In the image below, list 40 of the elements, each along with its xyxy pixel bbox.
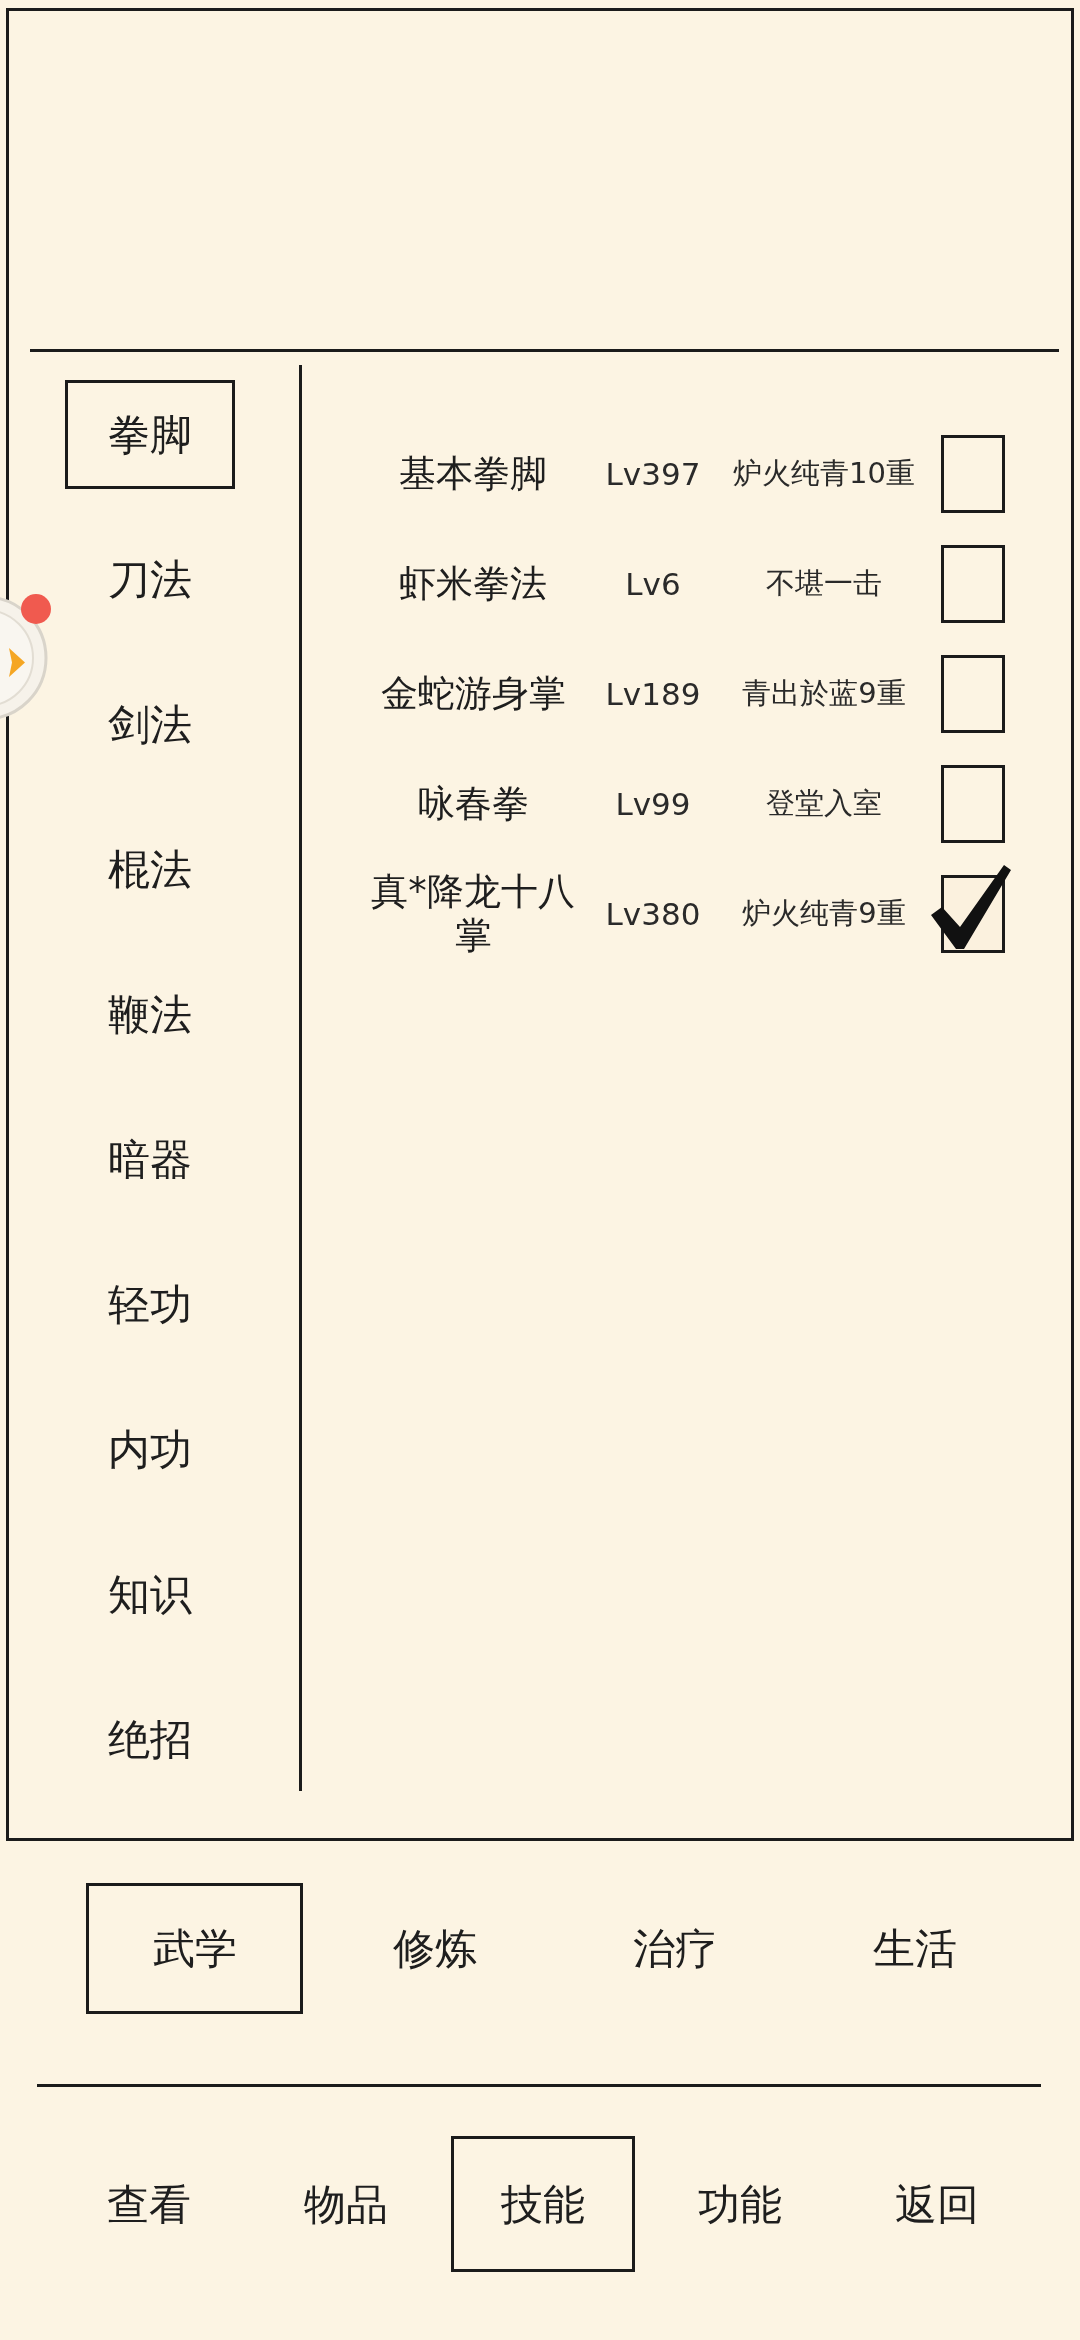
nav-tab[interactable]: 物品 xyxy=(254,2136,438,2272)
skill-stage: 不堪一击 xyxy=(765,565,883,603)
nav-tab[interactable]: 查看 xyxy=(57,2136,241,2272)
sidebar-tab[interactable]: 拳脚 xyxy=(65,380,235,489)
sidebar-tab[interactable]: 轻功 xyxy=(65,1250,235,1359)
category-tab[interactable]: 修炼 xyxy=(326,1883,543,2014)
nav-tab[interactable]: 技能 xyxy=(451,2136,635,2272)
skill-stage: 炉火纯青9重 xyxy=(741,895,907,933)
sidebar-tab[interactable]: 知识 xyxy=(65,1540,235,1649)
nav-tab[interactable]: 功能 xyxy=(648,2136,832,2272)
checkbox[interactable] xyxy=(941,435,1005,513)
checkmark-icon xyxy=(931,865,1011,949)
skill-name: 虾米拳法 xyxy=(398,561,548,607)
skill-stage: 青出於蓝9重 xyxy=(741,675,907,713)
skill-name: 基本拳脚 xyxy=(398,451,548,497)
category-tab[interactable]: 生活 xyxy=(806,1883,1023,2014)
category-tab[interactable]: 武学 xyxy=(86,1883,303,2014)
skill-level: Lv397 xyxy=(604,454,702,494)
nav-tab[interactable]: 返回 xyxy=(845,2136,1029,2272)
sidebar-tab[interactable]: 绝招 xyxy=(65,1685,235,1794)
checkbox[interactable] xyxy=(941,655,1005,733)
chevron-right-icon xyxy=(9,648,25,677)
skill-level: Lv189 xyxy=(604,674,702,714)
skill-level: Lv99 xyxy=(614,784,692,824)
skill-stage: 炉火纯青10重 xyxy=(732,455,916,493)
sidebar-tab[interactable]: 棍法 xyxy=(65,815,235,924)
sidebar-tab[interactable]: 鞭法 xyxy=(65,960,235,1069)
sidebar-tab[interactable]: 内功 xyxy=(65,1395,235,1504)
checkbox[interactable] xyxy=(941,765,1005,843)
sidebar-tab[interactable]: 刀法 xyxy=(65,525,235,634)
skill-stage: 登堂入室 xyxy=(765,785,883,823)
skill-name: 咏春拳 xyxy=(416,781,530,827)
sidebar-tab[interactable]: 暗器 xyxy=(65,1105,235,1214)
skill-level: Lv6 xyxy=(624,564,682,604)
skill-name: 金蛇游身掌 xyxy=(379,671,567,717)
skill-name: 真*降龙十八掌 xyxy=(370,869,576,959)
category-tab[interactable]: 治疗 xyxy=(566,1883,783,2014)
checkbox[interactable] xyxy=(941,545,1005,623)
sidebar-tab[interactable]: 剑法 xyxy=(65,670,235,779)
skill-level: Lv380 xyxy=(604,894,702,934)
